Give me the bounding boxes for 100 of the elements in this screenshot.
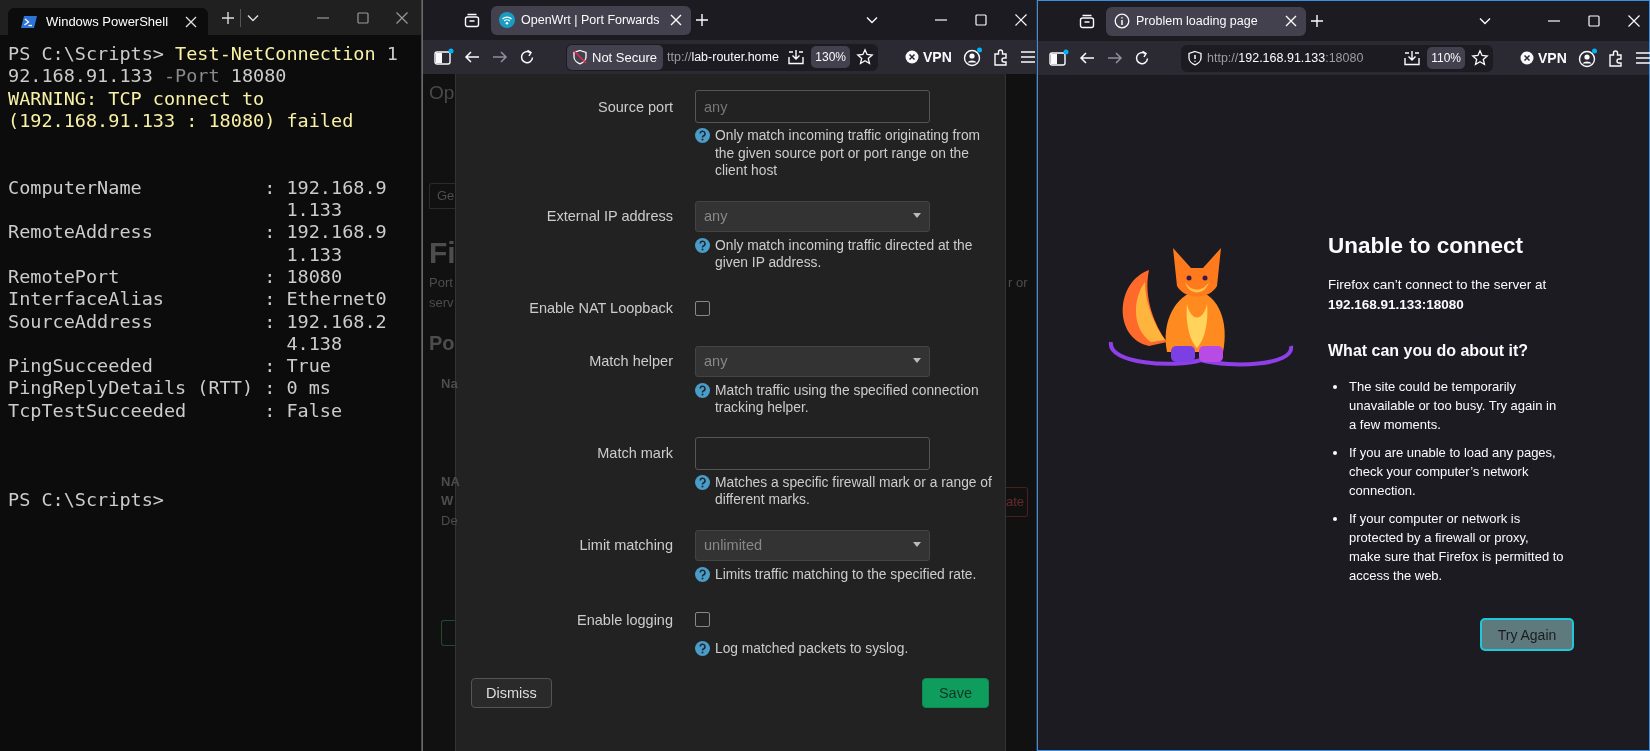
field-label: External IP address <box>545 208 673 224</box>
caret-icon <box>913 213 921 219</box>
field-label: Limit matching <box>578 537 673 553</box>
shield-slash-icon[interactable] <box>572 49 588 65</box>
help-text: Match traffic using the specified connection tracking helper. <box>715 381 980 417</box>
account-icon[interactable] <box>962 47 983 67</box>
menu-icon[interactable] <box>1633 49 1650 67</box>
sidebar-icon[interactable] <box>1049 49 1069 67</box>
dropdown[interactable]: unlimited <box>695 529 930 561</box>
terminal-line: RemoteAddress : 192.168.9 <box>8 221 387 244</box>
menu-icon[interactable] <box>1018 48 1037 66</box>
help-icon <box>695 128 710 143</box>
terminal-line: ComputerName : 192.168.9 <box>8 176 387 200</box>
page-title: Op <box>429 81 455 105</box>
info-icon <box>1114 13 1130 29</box>
download-icon[interactable] <box>787 48 806 66</box>
star-icon[interactable] <box>856 48 874 66</box>
caret-icon <box>913 542 921 548</box>
vpn-button[interactable]: VPN <box>905 49 952 65</box>
description-text: r or <box>1008 274 1028 292</box>
sidebar-icon[interactable] <box>434 48 454 66</box>
terminal-icon <box>20 14 38 29</box>
help-text: Limits traffic matching to the specified rate. <box>715 565 978 583</box>
browser-tab[interactable]: OpenWrt | Port Forwards <box>491 5 691 35</box>
terminal-line: 1.133 <box>285 243 343 266</box>
security-indicator[interactable]: Not Secure <box>567 44 664 70</box>
field-label: Enable NAT Loopback <box>528 300 673 316</box>
terminal-line: InterfaceAlias : Ethernet0 <box>8 288 387 311</box>
tab-overview-icon[interactable] <box>1079 13 1095 29</box>
section-heading: What can you do about it? <box>1328 341 1529 361</box>
error-title: Unable to connect <box>1328 232 1525 260</box>
puzzle-piece-icon[interactable] <box>1606 49 1625 67</box>
table-label: W <box>441 492 454 510</box>
wifi-icon <box>499 12 515 28</box>
terminal-line: PS C:\Scripts> <box>8 488 164 512</box>
zoom-level-button[interactable]: 130% <box>811 46 850 68</box>
field-label: Enable logging <box>576 611 673 628</box>
field-label: Match helper <box>588 353 673 369</box>
dropdown[interactable]: any <box>695 345 930 377</box>
url-text: http://192.168.91.133:18080 <box>1207 51 1364 65</box>
zoom-level-button[interactable]: 110% <box>1427 47 1465 69</box>
terminal-tab[interactable]: Windows PowerShell <box>8 8 208 35</box>
description-text: Port <box>429 274 453 292</box>
terminal-line: PS C:\Scripts> Test-NetConnection 1 <box>8 43 398 66</box>
terminal-line: RemotePort : 18080 <box>8 265 343 289</box>
field-label: Match mark <box>596 445 673 461</box>
tip-text: If your computer or network is protected by a firewall or proxy, make sure that Firefox is permitted to access the web. <box>1349 510 1564 585</box>
browser-tab[interactable]: Problem loading page <box>1106 6 1306 36</box>
text-field[interactable]: any <box>695 90 930 123</box>
x-circle-icon <box>905 50 919 64</box>
section-title: Fi <box>429 236 456 270</box>
tip-text: If you are unable to load any pages, check your computer’s network connection. <box>1349 444 1557 500</box>
terminal-line: PingSucceeded : True <box>8 355 331 378</box>
terminal-line: SourceAddress : 192.168.2 <box>8 310 387 333</box>
help-text: Only match incoming traffic originating from the given source port or port range on the client host <box>715 127 982 180</box>
save-button[interactable]: Save <box>921 677 989 708</box>
help-text: Only match incoming traffic directed at the given IP address. <box>715 236 974 272</box>
account-icon[interactable] <box>1577 48 1598 68</box>
terminal-line: TcpTestSucceeded : False <box>8 399 343 423</box>
bullet-dot <box>1333 451 1337 455</box>
address-bar[interactable]: http://192.168.91.133:18080 110% <box>1181 44 1493 72</box>
help-text: Log matched packets to syslog. <box>715 640 910 658</box>
tab-overview-icon[interactable] <box>464 12 480 28</box>
puzzle-piece-icon[interactable] <box>991 48 1010 66</box>
tip-text: The site could be temporarily unavailable or too busy. Try again in a few moments. <box>1349 378 1558 434</box>
checkbox[interactable] <box>695 300 710 316</box>
try-again-button[interactable]: Try Again <box>1480 618 1574 651</box>
text-field[interactable] <box>695 436 930 470</box>
address-bar[interactable]: Not Secure ttp://lab-router.home 130% <box>566 43 878 71</box>
bullet-dot <box>1333 385 1337 389</box>
description-text: De <box>441 512 458 530</box>
shield-icon[interactable] <box>1187 50 1203 66</box>
help-icon <box>695 237 710 253</box>
terminal-line: 1.133 <box>285 199 343 222</box>
caret-icon <box>913 358 921 364</box>
help-icon <box>695 474 710 490</box>
help-icon <box>695 641 710 656</box>
field-label: Source port <box>597 98 673 115</box>
error-message: Firefox can’t connect to the server at 192.168.91.133:18080 <box>1328 276 1548 314</box>
new-tab-icon[interactable] <box>221 10 235 25</box>
close-icon[interactable] <box>395 10 409 25</box>
terminal-line: 4.138 <box>285 332 343 356</box>
checkbox[interactable] <box>695 612 710 627</box>
reload-icon[interactable] <box>1133 49 1151 67</box>
dropdown[interactable]: any <box>695 200 930 232</box>
url-text: ttp://lab-router.home <box>667 50 779 64</box>
reload-icon[interactable] <box>518 48 536 66</box>
vpn-button[interactable]: VPN <box>1520 50 1567 66</box>
terminal-line: PingReplyDetails (RTT) : 0 ms <box>8 377 331 400</box>
section-subtitle: Po <box>429 331 455 355</box>
table-label: NA <box>441 473 460 491</box>
terminal-line: WARNING: TCP connect to <box>8 87 265 110</box>
table-label: Na <box>441 375 458 393</box>
terminal-line: (192.168.91.133 : 18080) failed <box>8 109 354 133</box>
bullet-dot <box>1333 517 1337 521</box>
download-icon[interactable] <box>1403 49 1422 67</box>
help-text: Matches a specific firewall mark or a range of different marks. <box>715 473 993 509</box>
description-text: serv <box>429 294 454 312</box>
star-icon[interactable] <box>1471 49 1489 67</box>
dismiss-button[interactable]: Dismiss <box>471 677 552 708</box>
